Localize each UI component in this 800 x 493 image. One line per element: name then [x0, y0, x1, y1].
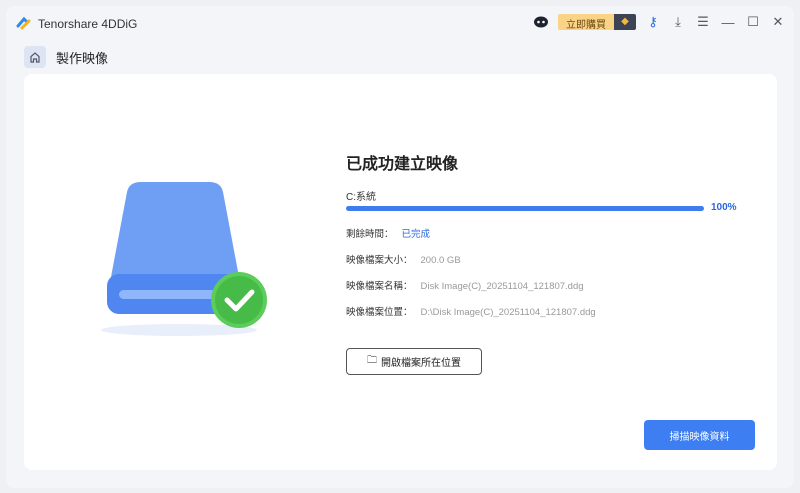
page-title: 製作映像: [56, 50, 109, 66]
disk-success-illustration: [101, 182, 267, 336]
row-value: 已完成: [401, 229, 431, 240]
maximize-icon[interactable]: ☐: [745, 14, 761, 30]
row-label: 剩餘時間：: [346, 229, 394, 240]
breadcrumb: 製作映像: [24, 46, 108, 68]
menu-icon[interactable]: ☰: [695, 14, 711, 30]
key-icon[interactable]: ⚷: [645, 14, 661, 30]
result-title: 已成功建立映像: [346, 156, 459, 173]
open-file-location-button[interactable]: 🗀 開啟檔案所在位置: [346, 348, 482, 375]
row-value: D:\Disk Image(C)_20251104_121807.ddg: [420, 307, 596, 318]
open-button-label: 開啟檔案所在位置: [381, 358, 461, 369]
home-icon: [30, 52, 40, 63]
close-icon[interactable]: ✕: [770, 14, 786, 30]
row-label: 映像檔案位置：: [346, 307, 413, 318]
row-label: 映像檔案名稱：: [346, 281, 413, 292]
progress-bar: [346, 206, 704, 211]
app-logo-icon: [16, 16, 31, 30]
app-window: Tenorshare 4DDiG 立即購買 ◆ ⚷ ⤓ ☰ — ☐ ✕ 製作映像 …: [6, 6, 794, 488]
row-label: 映像檔案大小：: [346, 255, 413, 266]
main-card: 已成功建立映像 C:系統 100% 剩餘時間： 已完成 映像檔案大小： 200.0 …: [24, 74, 777, 470]
row-value: 200.0 GB: [420, 255, 461, 266]
diamond-icon: ◆: [614, 14, 636, 30]
image-size-row: 映像檔案大小： 200.0 GB: [346, 252, 461, 266]
title-bar: Tenorshare 4DDiG 立即購買 ◆ ⚷ ⤓ ☰ — ☐ ✕: [6, 6, 794, 40]
buy-label: 立即購買: [558, 14, 614, 30]
remaining-time-row: 剩餘時間： 已完成: [346, 226, 430, 240]
result-panel: 已成功建立映像 C:系統 100% 剩餘時間： 已完成 映像檔案大小： 200.0 …: [346, 150, 737, 375]
scan-image-button[interactable]: 掃描映像資料: [644, 420, 755, 450]
image-location-row: 映像檔案位置： D:\Disk Image(C)_20251104_121807.…: [346, 304, 596, 318]
minimize-icon[interactable]: —: [720, 14, 736, 30]
download-icon[interactable]: ⤓: [670, 14, 686, 30]
drive-label: C:系統: [346, 192, 376, 203]
app-title: Tenorshare 4DDiG: [38, 17, 138, 31]
buy-now-button[interactable]: 立即購買 ◆: [558, 14, 636, 30]
assistant-bot-icon[interactable]: [533, 14, 549, 30]
folder-icon: 🗀: [367, 355, 377, 366]
progress-percent: 100%: [711, 202, 737, 213]
home-button[interactable]: [24, 46, 46, 68]
row-value: Disk Image(C)_20251104_121807.ddg: [420, 281, 584, 292]
image-name-row: 映像檔案名稱： Disk Image(C)_20251104_121807.ddg: [346, 278, 584, 292]
